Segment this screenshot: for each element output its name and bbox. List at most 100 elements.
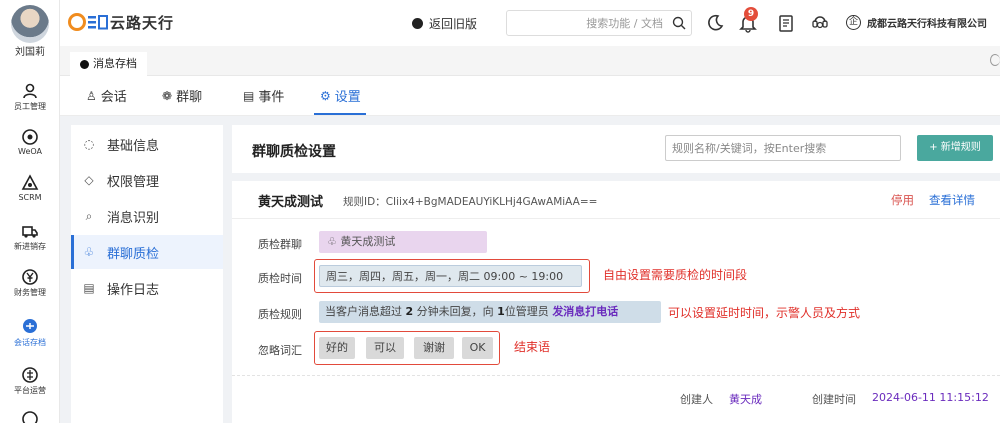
person-icon <box>23 83 37 99</box>
rail-item-platform[interactable]: 平台运营 <box>0 366 60 396</box>
scrm-icon <box>21 174 39 190</box>
annotation-box-time <box>314 259 590 293</box>
tab-label: 事件 <box>258 90 285 105</box>
info-icon: ◌ <box>83 137 95 151</box>
global-search-input[interactable] <box>507 11 667 35</box>
tab-event[interactable]: ▤ 事件 <box>243 86 285 106</box>
sidebar-item-message-recognition[interactable]: ⌕ 消息识别 <box>71 199 223 233</box>
group-icon: ♧ <box>83 245 95 259</box>
yen-icon <box>22 269 38 285</box>
sidebar-item-permissions[interactable]: ◇ 权限管理 <box>71 163 223 197</box>
log-icon: ▤ <box>83 281 95 295</box>
rule-id: 规则ID：CIiix4+BgMADEAUYiKLHj4GAwAMiAA== <box>343 196 598 208</box>
tab-label: 会话 <box>100 90 127 105</box>
rule-search-input[interactable] <box>666 136 886 160</box>
page-tab-bar: 消息存档 <box>60 46 1000 76</box>
page-tab-message-archive[interactable]: 消息存档 <box>70 52 147 76</box>
company-name: 成都云路天行科技有限公司 <box>867 19 987 30</box>
sidebar-item-label: 基础信息 <box>107 138 160 154</box>
add-rule-button[interactable]: + 新增规则 <box>917 135 993 161</box>
support-icon[interactable] <box>810 13 830 33</box>
rail-item-chat-archive[interactable]: 会话存档 <box>0 318 60 348</box>
created-time: 2024-06-11 11:15:12 <box>872 391 989 404</box>
footer-divider <box>232 375 1000 376</box>
rule-name: 黄天成测试 <box>258 195 324 210</box>
logo-mark-icon <box>68 13 108 31</box>
company-badge-icon: 企 <box>846 15 861 30</box>
section-divider <box>232 173 1000 181</box>
sidebar-item-label: 群聊质检 <box>107 246 160 262</box>
return-old-version-label: 返回旧版 <box>429 17 478 31</box>
page-tab-label: 消息存档 <box>93 57 137 70</box>
tab-settings[interactable]: ⚙ 设置 <box>320 86 361 106</box>
tab-overflow-icon[interactable] <box>990 54 1000 66</box>
annotation-rule: 可以设置延时时间，示警人员及方式 <box>668 306 861 320</box>
rail-label: 财务管理 <box>14 288 46 297</box>
global-search[interactable] <box>506 10 692 36</box>
rail-label: SCRM <box>18 193 42 202</box>
return-old-version-link[interactable]: 返回旧版 <box>412 15 477 32</box>
left-rail: 刘国莉 员工管理 WeOA SCRM 新进销存 财务管理 会话存档 平台运营 <box>0 0 60 423</box>
annotation-box-words <box>314 331 500 365</box>
user-name: 刘国莉 <box>15 47 45 58</box>
back-icon <box>412 18 423 29</box>
chat-archive-icon <box>23 319 37 333</box>
platform-icon <box>22 367 38 383</box>
module-tabs: ♙ 会话 ❁ 群聊 ▤ 事件 ⚙ 设置 <box>60 76 1000 116</box>
settings-sidebar: ◌ 基础信息 ◇ 权限管理 ⌕ 消息识别 ♧ 群聊质检 ▤ 操作日志 <box>71 125 223 423</box>
shield-icon: ◇ <box>84 173 94 187</box>
active-tab-underline <box>314 113 366 115</box>
rule-card-header: 黄天成测试 规则ID：CIiix4+BgMADEAUYiKLHj4GAwAMiA… <box>232 181 1000 219</box>
tab-label: 群聊 <box>176 90 203 105</box>
sidebar-item-label: 消息识别 <box>107 210 160 226</box>
tab-conversation[interactable]: ♙ 会话 <box>86 86 127 106</box>
notification-bell[interactable]: 9 <box>738 7 758 33</box>
truck-icon <box>22 226 38 238</box>
view-details-link[interactable]: 查看详情 <box>929 192 975 208</box>
rail-label: 员工管理 <box>14 102 46 111</box>
sidebar-item-operation-log[interactable]: ▤ 操作日志 <box>71 271 223 305</box>
gear-icon: ⚙ <box>320 88 331 103</box>
creator-name: 黄天成 <box>729 393 762 406</box>
qc-group-tag: ♧ 黄天成测试 <box>319 231 487 253</box>
user-icon: ♙ <box>86 88 97 103</box>
sidebar-item-label: 操作日志 <box>107 282 160 298</box>
tab-dot-icon <box>80 59 89 69</box>
document-icon[interactable] <box>776 13 796 33</box>
group-icon: ❁ <box>162 88 173 103</box>
search-icon: ⌕ <box>85 208 93 223</box>
rail-item-scrm[interactable]: SCRM <box>0 174 60 202</box>
target-icon <box>22 129 38 145</box>
field-label-rule: 质检规则 <box>258 308 302 321</box>
company-switcher[interactable]: 企 成都云路天行科技有限公司 <box>846 15 987 30</box>
page-title: 群聊质检设置 <box>252 144 336 160</box>
search-icon[interactable] <box>672 16 686 30</box>
rule-search[interactable] <box>665 135 901 161</box>
rail-item-inventory[interactable]: 新进销存 <box>0 222 60 252</box>
sidebar-item-label: 权限管理 <box>107 174 160 190</box>
sidebar-item-basic-info[interactable]: ◌ 基础信息 <box>71 127 223 161</box>
creator-label: 创建人 <box>680 393 713 406</box>
avatar[interactable] <box>11 5 49 43</box>
tab-group-chat[interactable]: ❁ 群聊 <box>162 86 203 106</box>
chart-icon: ▤ <box>243 88 255 103</box>
logo-text: 云路天行 <box>110 13 175 32</box>
rail-item-staff[interactable]: 员工管理 <box>0 82 60 112</box>
moon-icon[interactable] <box>705 13 725 33</box>
group-icon: ♧ <box>327 235 341 248</box>
main-panel: 群聊质检设置 + 新增规则 黄天成测试 规则ID：CIiix4+BgMADEAU… <box>232 125 1000 423</box>
field-label-group: 质检群聊 <box>258 238 302 251</box>
sidebar-item-group-qc[interactable]: ♧ 群聊质检 <box>71 235 223 269</box>
annotation-words: 结束语 <box>514 340 551 354</box>
rail-item-more[interactable] <box>0 410 60 423</box>
notification-count-badge: 9 <box>744 7 758 21</box>
rail-label: 新进销存 <box>14 242 46 251</box>
rail-label: 会话存档 <box>14 338 46 347</box>
disable-link[interactable]: 停用 <box>891 192 914 208</box>
rail-item-finance[interactable]: 财务管理 <box>0 268 60 298</box>
logo[interactable]: 云路天行 <box>68 11 174 33</box>
annotation-time: 自由设置需要质检的时间段 <box>603 268 748 282</box>
field-label-time: 质检时间 <box>258 272 302 285</box>
rail-item-weoa[interactable]: WeOA <box>0 128 60 156</box>
rail-label: WeOA <box>18 147 42 156</box>
